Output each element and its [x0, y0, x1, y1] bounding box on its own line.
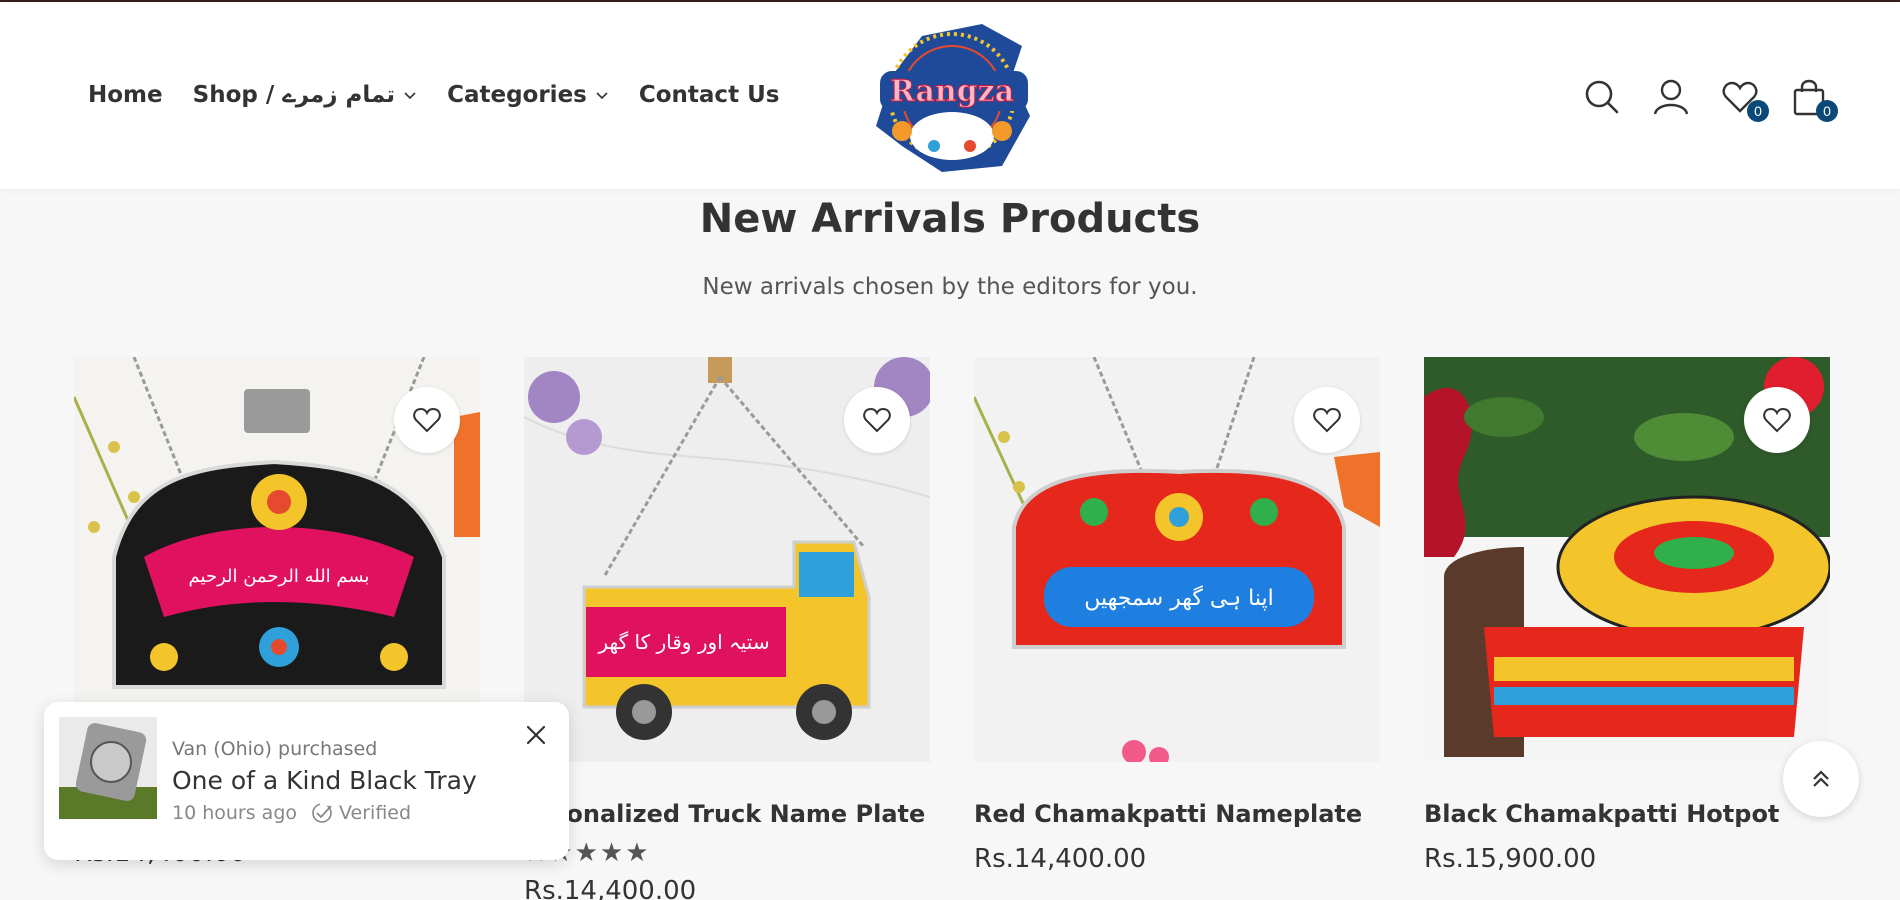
- search-button[interactable]: [1583, 78, 1623, 118]
- user-icon: [1653, 79, 1689, 115]
- notification-meta: 10 hours ago Verified: [172, 802, 411, 824]
- section-title: New Arrivals Products: [699, 196, 1201, 242]
- cart-button[interactable]: 0: [1790, 78, 1838, 122]
- wishlist-toggle[interactable]: [1294, 387, 1360, 453]
- product-price: Rs.14,400.00: [524, 876, 697, 900]
- notification-buyer: Van (Ohio) purchased: [172, 738, 378, 760]
- nav-home-label: Home: [88, 82, 163, 108]
- notification-time: 10 hours ago: [172, 802, 298, 824]
- wishlist-button[interactable]: 0: [1721, 78, 1769, 122]
- product-card[interactable]: ستیہ اور وقار کا گھر ersonalized Truck N…: [524, 357, 930, 900]
- product-title[interactable]: ersonalized Truck Name Plate: [524, 800, 930, 828]
- svg-text:بسم الله الرحمن الرحيم: بسم الله الرحمن الرحيم: [189, 566, 370, 587]
- heart-icon: [413, 407, 441, 433]
- heart-icon: [1763, 407, 1791, 433]
- svg-text:Rangza: Rangza: [890, 74, 1014, 109]
- double-chevron-up-icon: [1813, 770, 1829, 787]
- wishlist-toggle[interactable]: [1744, 387, 1810, 453]
- main-nav: Home Shop / تمام زمرے Categories Contact…: [88, 82, 809, 108]
- product-title[interactable]: Red Chamakpatti Nameplate: [974, 800, 1380, 828]
- nav-shop-label: Shop / تمام زمرے: [192, 82, 396, 108]
- wishlist-count-badge: 0: [1747, 100, 1769, 122]
- product-image[interactable]: [1424, 357, 1830, 762]
- nav-contact-label: Contact Us: [638, 82, 780, 108]
- svg-text:اپنا ہی گھر سمجھیں: اپنا ہی گھر سمجھیں: [1084, 585, 1273, 611]
- nav-categories-label: Categories: [447, 82, 587, 108]
- notification-product-image[interactable]: [59, 717, 157, 819]
- cart-count-badge: 0: [1816, 100, 1838, 122]
- search-icon: [1585, 80, 1619, 114]
- nav-shop[interactable]: Shop / تمام زمرے: [193, 82, 417, 108]
- product-card[interactable]: اپنا ہی گھر سمجھیں Red Chamakpatti Namep…: [974, 357, 1380, 874]
- header-icons: 0 0: [1554, 78, 1838, 122]
- section-subtitle: New arrivals chosen by the editors for y…: [702, 274, 1198, 300]
- logo-graphic: Rangza: [876, 24, 1030, 172]
- close-icon[interactable]: [523, 722, 549, 748]
- notification-product[interactable]: One of a Kind Black Tray: [172, 766, 477, 795]
- wishlist-toggle[interactable]: [394, 387, 460, 453]
- product-rating: ★★★★★: [524, 838, 651, 868]
- tray-thumbnail: [59, 717, 157, 819]
- product-price: Rs.15,900.00: [1424, 844, 1597, 874]
- account-button[interactable]: [1652, 78, 1692, 118]
- heart-icon: [863, 407, 891, 433]
- wishlist-toggle[interactable]: [844, 387, 910, 453]
- chevron-down-icon: [404, 92, 416, 100]
- product-card[interactable]: Black Chamakpatti Hotpot Rs.15,900.00: [1424, 357, 1830, 874]
- back-to-top-button[interactable]: [1783, 741, 1859, 817]
- purchase-notification[interactable]: Van (Ohio) purchased One of a Kind Black…: [44, 702, 569, 860]
- product-price: Rs.14,400.00: [974, 844, 1147, 874]
- nav-home[interactable]: Home: [88, 82, 163, 108]
- product-title[interactable]: Black Chamakpatti Hotpot: [1424, 800, 1830, 828]
- chevron-down-icon: [596, 92, 608, 100]
- site-header: Home Shop / تمام زمرے Categories Contact…: [0, 2, 1900, 189]
- notification-verified: Verified: [339, 802, 412, 824]
- nav-contact[interactable]: Contact Us: [639, 82, 780, 108]
- product-image[interactable]: ستیہ اور وقار کا گھر: [524, 357, 930, 762]
- nav-categories[interactable]: Categories: [447, 82, 609, 108]
- product-image[interactable]: اپنا ہی گھر سمجھیں: [974, 357, 1380, 762]
- verified-check-icon: [312, 803, 332, 823]
- svg-text:ستیہ اور وقار کا گھر: ستیہ اور وقار کا گھر: [597, 630, 769, 654]
- heart-icon: [1313, 407, 1341, 433]
- site-logo[interactable]: Rangza: [862, 16, 1042, 178]
